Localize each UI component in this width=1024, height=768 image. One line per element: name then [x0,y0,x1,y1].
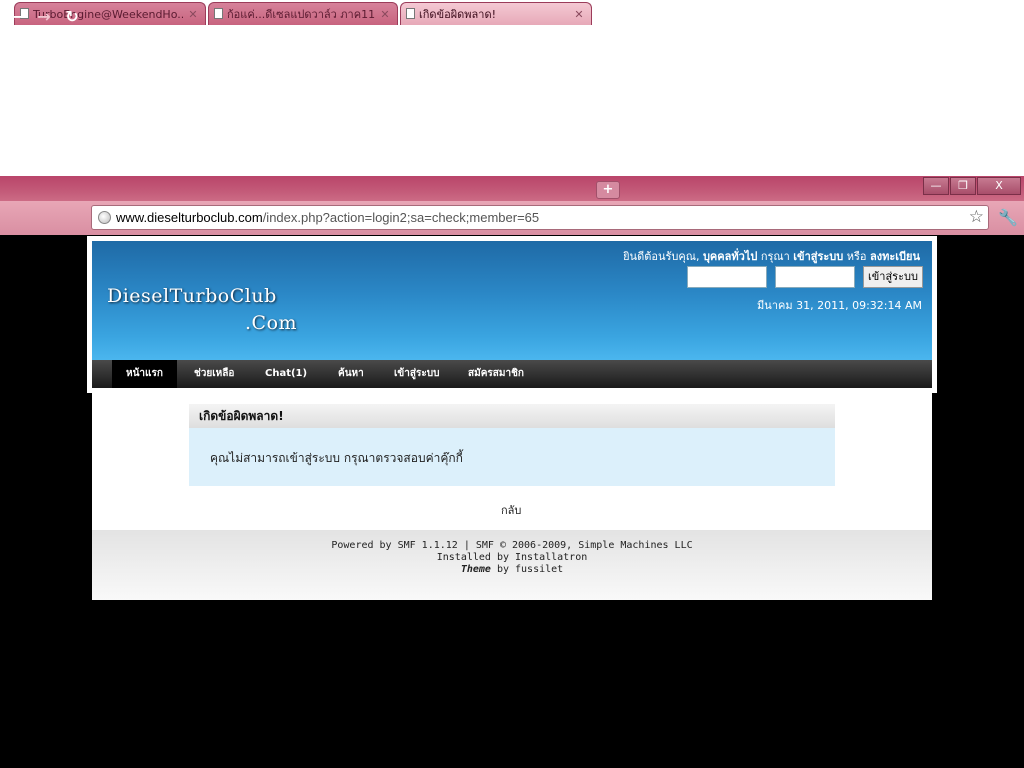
back-link[interactable]: กลับ [501,501,521,519]
menu-home[interactable]: หน้าแรก [112,360,177,388]
site-logo-line1[interactable]: DieselTurboClub [107,285,277,307]
current-datetime: มีนาคม 31, 2011, 09:32:14 AM [757,299,922,312]
wrench-icon[interactable]: 🔧 [998,208,1018,227]
page-icon [214,8,223,19]
error-message: คุณไม่สามารถเข้าสู่ระบบ กรุณาตรวจสอบค่าค… [189,428,835,486]
footer-installed-by[interactable]: Installed by Installatron [92,552,932,564]
window-controls: — ❐ X [922,177,1021,195]
close-tab-icon[interactable]: ✕ [187,8,199,21]
minimize-button[interactable]: — [923,177,949,195]
screen-top-blank [0,0,1024,176]
close-tab-icon[interactable]: ✕ [573,8,585,21]
close-window-button[interactable]: X [977,177,1021,195]
menu-login[interactable]: เข้าสู่ระบบ [394,360,439,388]
main-menu: หน้าแรก ช่วยเหลือ Chat(1) ค้นหา เข้าสู่ร… [92,360,932,388]
address-bar[interactable]: www.dieselturboclub.com/index.php?action… [91,205,989,230]
error-title: เกิดข้อผิดพลาด! [189,404,835,428]
globe-icon [98,211,111,224]
browser-tab-2[interactable]: ก้อแค่...ดีเซลแปดวาล์ว ภาค11 ✕ [208,2,398,25]
reload-icon[interactable]: ↻ [62,8,82,26]
username-input[interactable] [687,266,767,288]
forward-arrow-icon[interactable]: → [34,8,54,26]
welcome-text: ยินดีต้อนรับคุณ, บุคคลทั่วไป กรุณา เข้าส… [623,250,920,263]
menu-search[interactable]: ค้นหา [338,360,364,388]
close-tab-icon[interactable]: ✕ [379,8,391,21]
footer-powered-by[interactable]: Powered by SMF 1.1.12 | SMF © 2006-2009,… [92,540,932,552]
menu-chat[interactable]: Chat(1) [265,360,307,388]
page-icon [406,8,415,19]
new-tab-button[interactable]: + [596,181,620,199]
restore-button[interactable]: ❐ [950,177,976,195]
tab-label: TurboEngine@WeekendHo... [33,7,183,21]
menu-help[interactable]: ช่วยเหลือ [194,360,234,388]
browser-tab-3[interactable]: เกิดข้อผิดพลาด! ✕ [400,2,592,25]
login-link[interactable]: เข้าสู่ระบบ [793,250,843,263]
register-link[interactable]: ลงทะเบียน [870,250,920,263]
browser-tab-strip [0,176,1024,201]
tab-label: เกิดข้อผิดพลาด! [419,8,496,21]
site-footer: Powered by SMF 1.1.12 | SMF © 2006-2009,… [92,530,932,600]
menu-register[interactable]: สมัครสมาชิก [468,360,524,388]
quick-login-form: เข้าสู่ระบบ [687,266,923,288]
site-logo-line2[interactable]: .Com [245,312,297,334]
login-button[interactable]: เข้าสู่ระบบ [863,266,923,288]
tab-label: ก้อแค่...ดีเซลแปดวาล์ว ภาค11 [227,8,375,21]
password-input[interactable] [775,266,855,288]
bookmark-star-icon[interactable]: ☆ [969,207,984,227]
footer-theme-credit: Theme by fussilet [460,564,564,575]
back-arrow-icon[interactable]: ← [6,8,26,26]
url-text: www.dieselturboclub.com/index.php?action… [116,210,540,225]
